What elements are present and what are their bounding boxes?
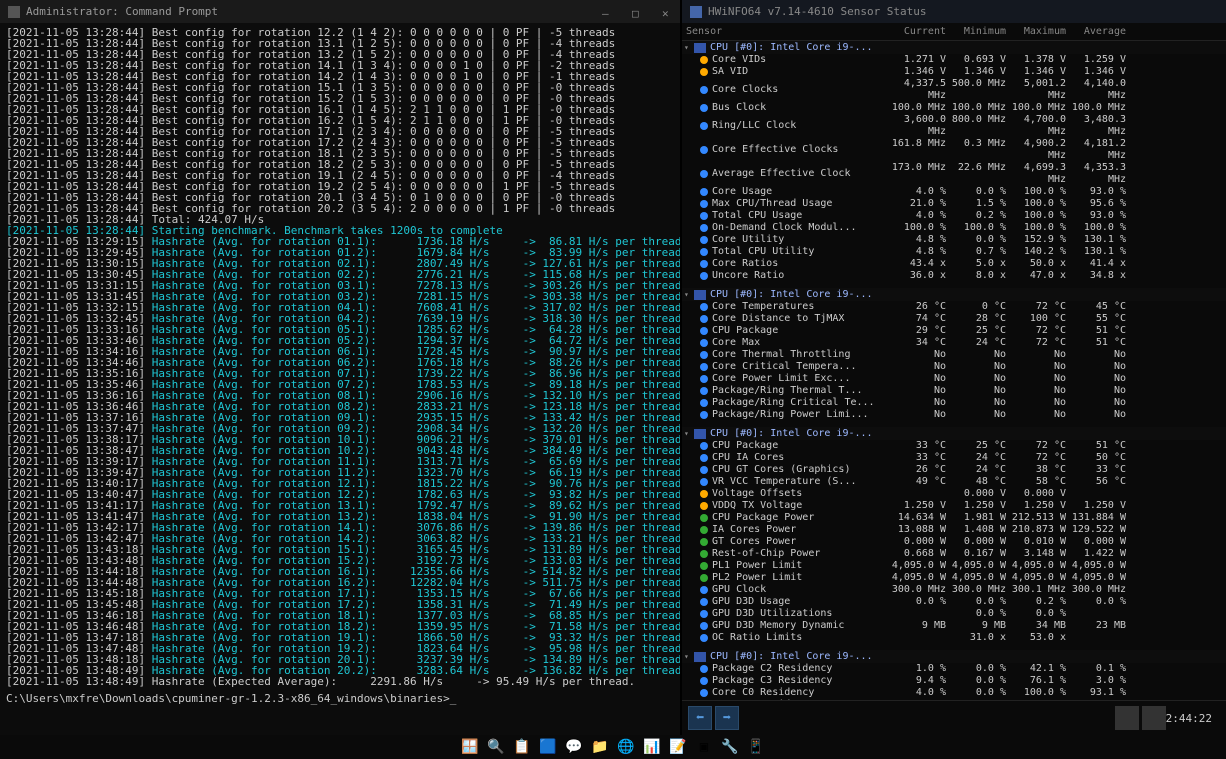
nav-next-button[interactable]: ➡ [715, 706, 739, 730]
sensor-row[interactable]: Core Clocks4,337.5 MHz500.0 MHz5,001.2 M… [682, 78, 1226, 102]
clock: 2:44:22 [1166, 712, 1212, 725]
config-icon[interactable] [1142, 706, 1166, 730]
hwinfo-titlebar[interactable]: HWiNFO64 v7.14-4610 Sensor Status [682, 0, 1226, 23]
sensor-row[interactable]: CPU IA Cores33 °C24 °C72 °C50 °C [682, 452, 1226, 464]
sensor-row[interactable]: Total CPU Utility4.8 %0.7 %140.2 %130.1 … [682, 246, 1226, 258]
hwinfo-title: HWiNFO64 v7.14-4610 Sensor Status [708, 5, 927, 18]
sensor-row[interactable]: Voltage Offsets0.000 V0.000 V [682, 488, 1226, 500]
console-output[interactable]: [2021-11-05 13:28:44] Best config for ro… [0, 23, 680, 708]
sensor-row[interactable]: GPU D3D Memory Dynamic9 MB9 MB34 MB23 MB [682, 620, 1226, 632]
sensor-row[interactable]: CPU Package33 °C25 °C72 °C51 °C [682, 440, 1226, 452]
sensor-row[interactable]: Bus Clock100.0 MHz100.0 MHz100.0 MHz100.… [682, 102, 1226, 114]
taskbar-icon[interactable]: 📋 [513, 738, 531, 756]
sensor-row[interactable]: Ring/LLC Clock3,600.0 MHz800.0 MHz4,700.… [682, 114, 1226, 138]
sensor-row[interactable]: Package/Ring Thermal T...NoNoNoNo [682, 385, 1226, 397]
sensor-group[interactable]: ▾CPU [#0]: Intel Core i9-... [682, 41, 1226, 54]
cmd-title: Administrator: Command Prompt [26, 5, 218, 18]
sensor-row[interactable]: Core C0 Residency4.0 %0.0 %100.0 %93.1 % [682, 687, 1226, 699]
sensor-row[interactable]: Core Effective Clocks161.8 MHz0.3 MHz4,9… [682, 138, 1226, 162]
sensor-row[interactable]: Package/Ring Power Limi...NoNoNoNo [682, 409, 1226, 421]
nav-prev-button[interactable]: ⬅ [688, 706, 712, 730]
sensor-row[interactable]: OC Ratio Limits31.0 x53.0 x [682, 632, 1226, 644]
sensor-row[interactable]: GPU Clock300.0 MHz300.0 MHz300.1 MHz300.… [682, 584, 1226, 596]
sensor-group[interactable]: ▾CPU [#0]: Intel Core i9-... [682, 650, 1226, 663]
sensor-group[interactable]: ▾CPU [#0]: Intel Core i9-... [682, 288, 1226, 301]
sensor-row[interactable]: Rest-of-Chip Power0.668 W0.167 W3.148 W1… [682, 548, 1226, 560]
sensor-row[interactable]: Core Critical Tempera...NoNoNoNo [682, 361, 1226, 373]
cmd-titlebar[interactable]: Administrator: Command Prompt — □ ✕ [0, 0, 680, 23]
cmd-window: Administrator: Command Prompt — □ ✕ [202… [0, 0, 680, 735]
sensor-row[interactable]: CPU Package Power14.634 W1.981 W212.513 … [682, 512, 1226, 524]
taskbar-icon[interactable]: 🔍 [487, 738, 505, 756]
taskbar-icon[interactable]: 📊 [643, 738, 661, 756]
sensor-row[interactable]: Core Distance to TjMAX74 °C28 °C100 °C55… [682, 313, 1226, 325]
sensor-row[interactable]: Core Thermal ThrottlingNoNoNoNo [682, 349, 1226, 361]
sensor-row[interactable]: Core Power Limit Exc...NoNoNoNo [682, 373, 1226, 385]
sensor-row[interactable]: VR VCC Temperature (S...49 °C48 °C58 °C5… [682, 476, 1226, 488]
sensor-group[interactable]: ▾CPU [#0]: Intel Core i9-... [682, 427, 1226, 440]
sensor-row[interactable]: IA Cores Power13.088 W1.408 W210.873 W12… [682, 524, 1226, 536]
hwinfo-icon [690, 6, 702, 18]
sensor-row[interactable]: VDDQ TX Voltage1.250 V1.250 V1.250 V1.25… [682, 500, 1226, 512]
sensor-row[interactable]: Max CPU/Thread Usage21.0 %1.5 %100.0 %95… [682, 198, 1226, 210]
sensor-list[interactable]: ▾CPU [#0]: Intel Core i9-...Core VIDs1.2… [682, 41, 1226, 723]
sensor-row[interactable]: SA VID1.346 V1.346 V1.346 V1.346 V [682, 66, 1226, 78]
cmd-icon [8, 6, 20, 18]
sensor-row[interactable]: Core Utility4.8 %0.0 %152.9 %130.1 % [682, 234, 1226, 246]
taskbar-icon[interactable]: 💬 [565, 738, 583, 756]
taskbar-icon[interactable]: 🔧 [721, 738, 739, 756]
close-button[interactable]: ✕ [662, 7, 672, 17]
sensor-row[interactable]: Core Temperatures26 °C0 °C72 °C45 °C [682, 301, 1226, 313]
sensor-row[interactable]: Package C2 Residency1.0 %0.0 %42.1 %0.1 … [682, 663, 1226, 675]
sensor-row[interactable]: On-Demand Clock Modul...100.0 %100.0 %10… [682, 222, 1226, 234]
sensor-row[interactable]: Package/Ring Critical Te...NoNoNoNo [682, 397, 1226, 409]
sensor-row[interactable]: PL2 Power Limit4,095.0 W4,095.0 W4,095.0… [682, 572, 1226, 584]
sensor-row[interactable]: Total CPU Usage4.0 %0.2 %100.0 %93.0 % [682, 210, 1226, 222]
sensor-row[interactable]: Core Max34 °C24 °C72 °C51 °C [682, 337, 1226, 349]
sensor-row[interactable]: CPU GT Cores (Graphics)26 °C24 °C38 °C33… [682, 464, 1226, 476]
sensor-header[interactable]: Sensor Current Minimum Maximum Average [682, 23, 1226, 41]
taskbar-icon[interactable]: 🪟 [461, 738, 479, 756]
hwinfo-footer: ⬅ ➡ 2:44:22 [682, 700, 1226, 735]
hwinfo-window: HWiNFO64 v7.14-4610 Sensor Status Sensor… [682, 0, 1226, 735]
taskbar-icon[interactable]: 📝 [669, 738, 687, 756]
taskbar[interactable]: 🪟 🔍 📋 🟦 💬 📁 🌐 📊 📝 ▣ 🔧 📱 [0, 735, 1226, 759]
sensor-row[interactable]: Uncore Ratio36.0 x8.0 x47.0 x34.8 x [682, 270, 1226, 282]
sensor-row[interactable]: Core VIDs1.271 V0.693 V1.378 V1.259 V [682, 54, 1226, 66]
taskbar-icon[interactable]: ▣ [695, 738, 713, 756]
taskbar-icon[interactable]: 📁 [591, 738, 609, 756]
maximize-button[interactable]: □ [632, 7, 642, 17]
sensor-row[interactable]: Package C3 Residency9.4 %0.0 %76.1 %3.0 … [682, 675, 1226, 687]
sensor-row[interactable]: GPU D3D Usage0.0 %0.0 %0.2 %0.0 % [682, 596, 1226, 608]
sensor-row[interactable]: PL1 Power Limit4,095.0 W4,095.0 W4,095.0… [682, 560, 1226, 572]
taskbar-icon[interactable]: 📱 [747, 738, 765, 756]
taskbar-icon[interactable]: 🟦 [539, 738, 557, 756]
display-icon[interactable] [1115, 706, 1139, 730]
sensor-row[interactable]: GT Cores Power0.000 W0.000 W0.010 W0.000… [682, 536, 1226, 548]
sensor-row[interactable]: Average Effective Clock173.0 MHz22.6 MHz… [682, 162, 1226, 186]
sensor-row[interactable]: Core Usage4.0 %0.0 %100.0 %93.0 % [682, 186, 1226, 198]
sensor-row[interactable]: GPU D3D Utilizations0.0 %0.0 % [682, 608, 1226, 620]
sensor-row[interactable]: Core Ratios43.4 x5.0 x50.0 x41.4 x [682, 258, 1226, 270]
sensor-row[interactable]: CPU Package29 °C25 °C72 °C51 °C [682, 325, 1226, 337]
taskbar-icon[interactable]: 🌐 [617, 738, 635, 756]
minimize-button[interactable]: — [602, 7, 612, 17]
